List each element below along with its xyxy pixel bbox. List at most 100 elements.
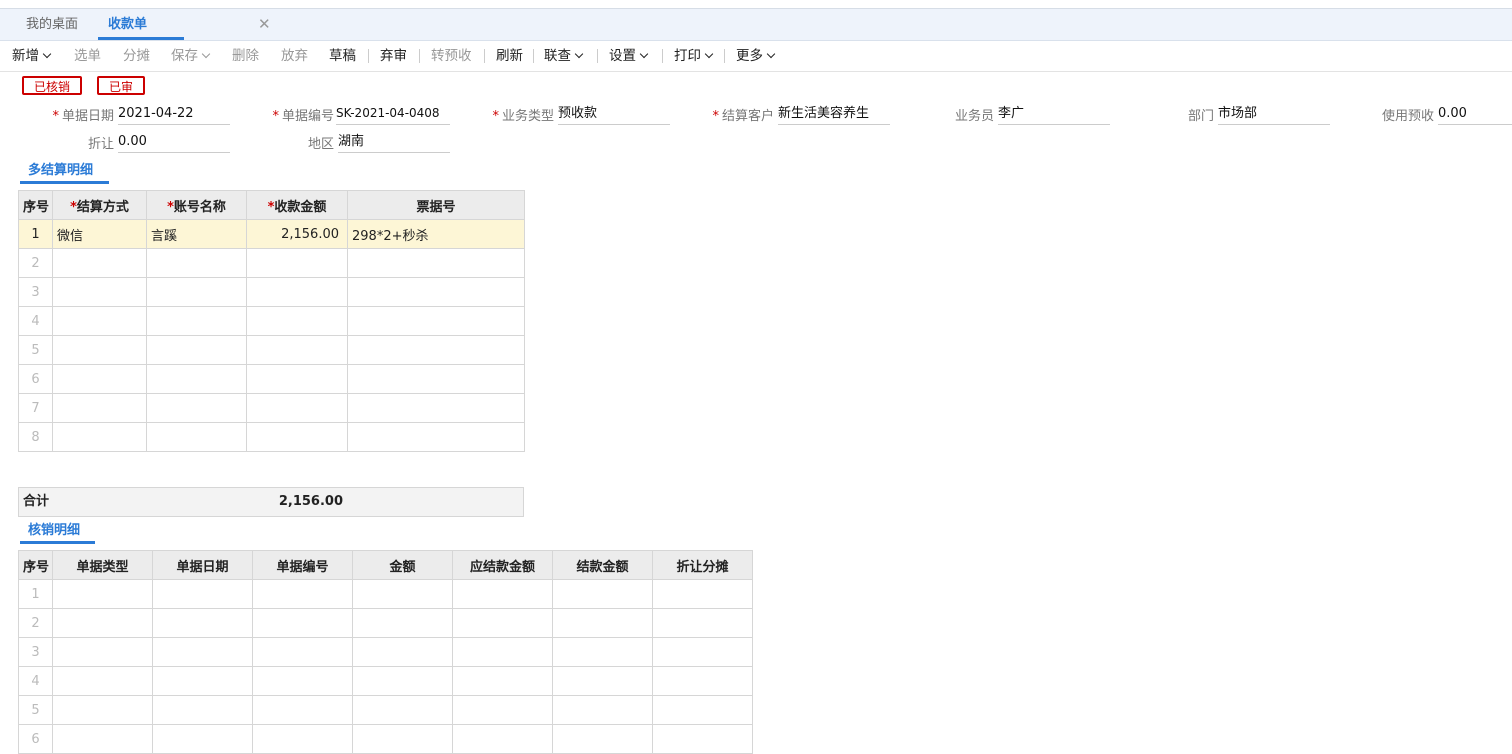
cell[interactable]	[152, 695, 253, 725]
cell[interactable]	[152, 666, 253, 696]
new-button[interactable]: 新增	[12, 41, 52, 71]
cell[interactable]	[552, 637, 653, 667]
table-row[interactable]: 1 微信 言蹊 2,156.00 298*2+秒杀	[18, 219, 525, 249]
cell[interactable]	[452, 666, 553, 696]
cell-amount[interactable]	[246, 393, 348, 423]
cell[interactable]	[652, 666, 753, 696]
salesman-field[interactable]: 李广	[998, 104, 1110, 125]
cell-ticket[interactable]	[347, 422, 525, 452]
tab-receipt[interactable]: 收款单 ✕	[98, 9, 271, 40]
cell-amount[interactable]: 2,156.00	[246, 219, 348, 249]
cell[interactable]	[252, 695, 353, 725]
col-header-amount[interactable]: *收款金额	[246, 190, 348, 220]
settings-button[interactable]: 设置	[609, 41, 649, 71]
cell[interactable]	[552, 608, 653, 638]
cell-ticket[interactable]	[347, 306, 525, 336]
cell-method[interactable]	[52, 364, 147, 394]
col-header-due[interactable]: 应结款金额	[452, 550, 553, 580]
dept-field[interactable]: 市场部	[1218, 104, 1330, 125]
col-header-discount-alloc[interactable]: 折让分摊	[652, 550, 753, 580]
cell-account[interactable]	[146, 248, 247, 278]
to-prereceipt-button[interactable]: 转预收	[431, 41, 472, 71]
cell[interactable]	[452, 608, 553, 638]
linked-query-button[interactable]: 联查	[544, 41, 584, 71]
table-row[interactable]: 1	[18, 579, 753, 609]
cell[interactable]	[652, 695, 753, 725]
refresh-button[interactable]: 刷新	[496, 41, 523, 71]
cell[interactable]	[652, 579, 753, 609]
table-row[interactable]: 8	[18, 422, 525, 452]
cell-method[interactable]: 微信	[52, 219, 147, 249]
cell[interactable]	[152, 637, 253, 667]
cell[interactable]	[52, 724, 153, 754]
cell[interactable]	[352, 724, 453, 754]
more-button[interactable]: 更多	[736, 41, 776, 71]
cell[interactable]	[152, 579, 253, 609]
abandon-button[interactable]: 放弃	[281, 41, 308, 71]
table-row[interactable]: 3	[18, 637, 753, 667]
cell-account[interactable]	[146, 277, 247, 307]
cell-account[interactable]	[146, 393, 247, 423]
cell-ticket[interactable]: 298*2+秒杀	[347, 219, 525, 249]
cell[interactable]	[52, 637, 153, 667]
cell[interactable]	[152, 724, 253, 754]
table-row[interactable]: 3	[18, 277, 525, 307]
section-tab-writeoff-detail[interactable]: 核销明细	[20, 520, 95, 544]
doc-no-field[interactable]: SK-2021-04-0408	[336, 104, 450, 125]
section-tab-settlement-detail[interactable]: 多结算明细	[20, 160, 109, 184]
table-row[interactable]: 2	[18, 608, 753, 638]
cell-amount[interactable]	[246, 277, 348, 307]
cell-method[interactable]	[52, 277, 147, 307]
cell[interactable]	[52, 608, 153, 638]
cell[interactable]	[52, 666, 153, 696]
col-header-account[interactable]: *账号名称	[146, 190, 247, 220]
cell[interactable]	[252, 608, 353, 638]
col-header-ticket[interactable]: 票据号	[347, 190, 525, 220]
cell[interactable]	[252, 637, 353, 667]
col-header-doc-type[interactable]: 单据类型	[52, 550, 153, 580]
cell[interactable]	[552, 695, 653, 725]
cell-method[interactable]	[52, 306, 147, 336]
delete-button[interactable]: 删除	[232, 41, 259, 71]
cell[interactable]	[452, 695, 553, 725]
customer-field[interactable]: 新生活美容养生	[778, 104, 890, 125]
close-icon[interactable]: ✕	[258, 9, 271, 40]
cell[interactable]	[552, 579, 653, 609]
doc-date-field[interactable]: 2021-04-22	[118, 104, 230, 125]
cell[interactable]	[152, 608, 253, 638]
table-row[interactable]: 2	[18, 248, 525, 278]
table-row[interactable]: 5	[18, 695, 753, 725]
cell[interactable]	[252, 724, 353, 754]
table-row[interactable]: 6	[18, 364, 525, 394]
cell[interactable]	[352, 579, 453, 609]
col-header-amount[interactable]: 金额	[352, 550, 453, 580]
cell[interactable]	[652, 608, 753, 638]
cell-method[interactable]	[52, 422, 147, 452]
cell-method[interactable]	[52, 248, 147, 278]
cell[interactable]	[652, 724, 753, 754]
biz-type-field[interactable]: 预收款	[558, 104, 670, 125]
cell-amount[interactable]	[246, 422, 348, 452]
save-button[interactable]: 保存	[171, 41, 211, 71]
col-header-doc-date[interactable]: 单据日期	[152, 550, 253, 580]
table-row[interactable]: 6	[18, 724, 753, 754]
cell-amount[interactable]	[246, 248, 348, 278]
cell[interactable]	[252, 666, 353, 696]
cell-ticket[interactable]	[347, 335, 525, 365]
discount-field[interactable]: 0.00	[118, 132, 230, 153]
cell[interactable]	[352, 608, 453, 638]
use-prereceipt-field[interactable]: 0.00	[1438, 104, 1512, 125]
cell[interactable]	[452, 579, 553, 609]
table-row[interactable]: 5	[18, 335, 525, 365]
cell-amount[interactable]	[246, 335, 348, 365]
cell-ticket[interactable]	[347, 248, 525, 278]
cell-ticket[interactable]	[347, 277, 525, 307]
cell[interactable]	[652, 637, 753, 667]
cell[interactable]	[352, 695, 453, 725]
cell[interactable]	[352, 666, 453, 696]
cell-account[interactable]	[146, 422, 247, 452]
cell-amount[interactable]	[246, 364, 348, 394]
unaudit-button[interactable]: 弃审	[380, 41, 407, 71]
cell-ticket[interactable]	[347, 364, 525, 394]
allocate-button[interactable]: 分摊	[123, 41, 150, 71]
